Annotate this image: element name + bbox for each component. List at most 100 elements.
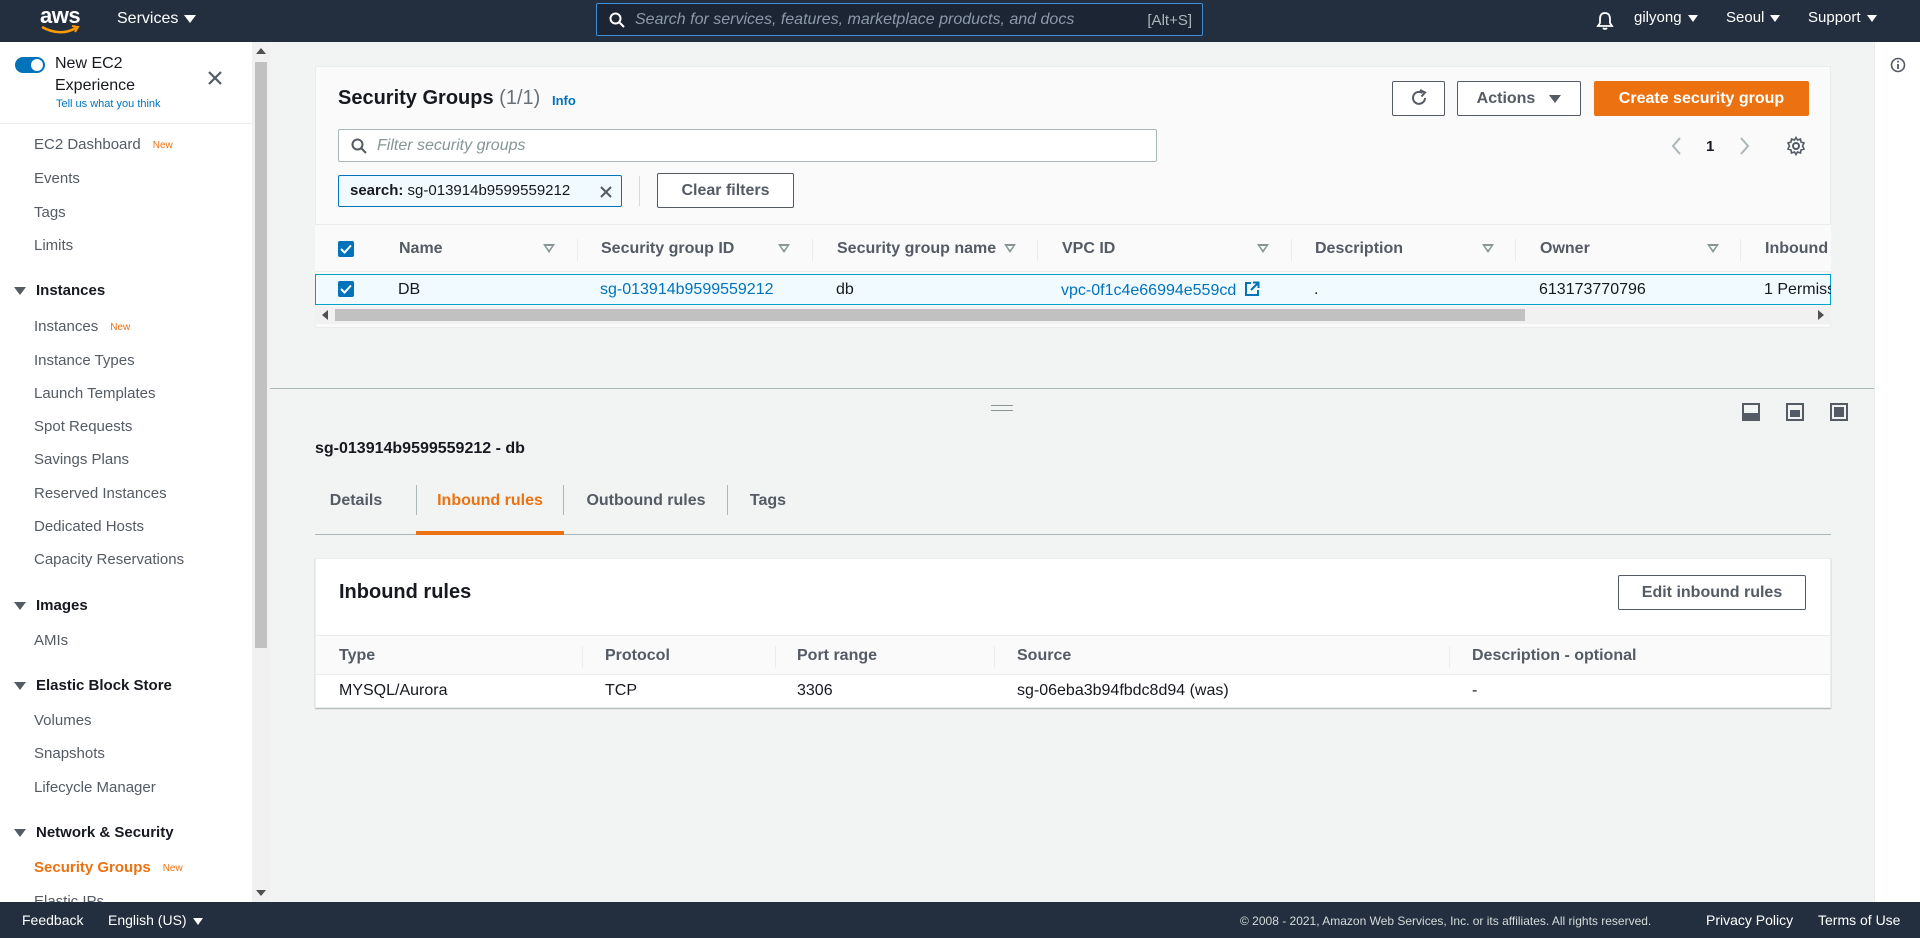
sidebar-item-security-groups[interactable]: Security Groups New [34, 859, 183, 876]
support-menu[interactable]: Support [1808, 9, 1877, 26]
caret-down-icon [14, 829, 26, 838]
sidebar-item-lifecycle-manager[interactable]: Lifecycle Manager [34, 779, 156, 796]
actions-button[interactable]: Actions [1457, 81, 1581, 116]
region-menu[interactable]: Seoul [1726, 9, 1781, 26]
cell-description: . [1314, 281, 1319, 298]
rule-port-range: 3306 [797, 682, 833, 699]
sidebar-section-images[interactable]: Images [14, 597, 88, 614]
tab-tags[interactable]: Tags [728, 483, 808, 535]
sidebar-item-instance-types[interactable]: Instance Types [34, 352, 135, 369]
cell-inbound: 1 Permiss [1764, 281, 1831, 298]
bell-icon[interactable] [1596, 11, 1614, 31]
sort-icon[interactable] [1482, 244, 1494, 253]
inbound-rules-container: Inbound rules Edit inbound rules Type Pr… [315, 558, 1831, 708]
column-header-name[interactable]: Name [399, 240, 443, 258]
chevron-down-icon [192, 917, 203, 925]
region-label: Seoul [1726, 9, 1765, 26]
privacy-policy-link[interactable]: Privacy Policy [1706, 912, 1793, 928]
scroll-down-icon[interactable] [256, 890, 266, 896]
aws-logo[interactable]: aws [40, 5, 84, 35]
sidebar-item-limits[interactable]: Limits [34, 237, 73, 254]
page-number[interactable]: 1 [1706, 138, 1714, 155]
sidebar-item-dedicated-hosts[interactable]: Dedicated Hosts [34, 518, 144, 535]
sidebar-item-label: EC2 Dashboard [34, 136, 141, 153]
refresh-button[interactable] [1392, 81, 1445, 116]
sidebar-item-amis[interactable]: AMIs [34, 632, 68, 649]
clear-filters-button[interactable]: Clear filters [657, 173, 794, 208]
split-full-icon[interactable] [1830, 403, 1848, 421]
rule-source: sg-06eba3b94fbdc8d94 (was) [1017, 682, 1229, 699]
sidebar-item-snapshots[interactable]: Snapshots [34, 745, 105, 762]
split-side-icon[interactable] [1786, 403, 1804, 421]
resize-handle[interactable] [991, 405, 1013, 411]
sidebar-item-events[interactable]: Events [34, 170, 80, 187]
sidebar-section-ebs[interactable]: Elastic Block Store [14, 677, 172, 694]
sidebar-item-launch-templates[interactable]: Launch Templates [34, 385, 155, 402]
scroll-up-icon[interactable] [256, 48, 266, 54]
create-security-group-button[interactable]: Create security group [1594, 81, 1809, 116]
new-experience-toggle[interactable] [15, 57, 45, 73]
column-header-sg-id[interactable]: Security group ID [601, 240, 734, 258]
terms-of-use-link[interactable]: Terms of Use [1818, 912, 1900, 928]
row-checkbox[interactable] [338, 281, 354, 297]
sidebar-section-instances[interactable]: Instances [14, 282, 105, 299]
sidebar-item-volumes[interactable]: Volumes [34, 712, 92, 729]
sidebar-section-network-security[interactable]: Network & Security [14, 824, 174, 841]
sidebar-item-ec2-dashboard[interactable]: EC2 Dashboard New [34, 136, 173, 153]
tab-outbound-rules[interactable]: Outbound rules [565, 483, 727, 535]
global-search[interactable]: [Alt+S] [596, 3, 1203, 36]
user-menu[interactable]: gilyong [1634, 9, 1698, 26]
column-separator [1449, 646, 1450, 668]
scroll-right-icon[interactable] [1818, 310, 1824, 320]
edit-inbound-rules-button[interactable]: Edit inbound rules [1618, 575, 1806, 610]
sidebar-scrollbar[interactable] [252, 42, 270, 902]
filter-box[interactable] [338, 129, 1157, 162]
tab-inbound-rules[interactable]: Inbound rules [416, 483, 564, 535]
column-header-inbound[interactable]: Inbound [1765, 240, 1828, 258]
sidebar-item-tags[interactable]: Tags [34, 204, 66, 221]
aws-smile-icon [41, 25, 80, 34]
filter-input[interactable] [377, 134, 1137, 158]
info-icon[interactable] [1890, 57, 1906, 73]
column-header-owner[interactable]: Owner [1540, 240, 1590, 258]
sidebar-item-reserved-instances[interactable]: Reserved Instances [34, 485, 167, 502]
sidebar-item-instances[interactable]: Instances New [34, 318, 130, 335]
column-header-description[interactable]: Description [1315, 240, 1403, 258]
next-page-icon[interactable] [1737, 136, 1751, 156]
column-header-sg-name[interactable]: Security group name [837, 240, 996, 258]
split-panel-divider [270, 388, 1874, 389]
sidebar-item-savings-plans[interactable]: Savings Plans [34, 451, 129, 468]
cell-vpc-id-link[interactable]: vpc-0f1c4e66994e559cd [1061, 281, 1260, 300]
scroll-thumb[interactable] [255, 62, 267, 648]
previous-page-icon[interactable] [1670, 136, 1684, 156]
cell-sg-id-link[interactable]: sg-013914b9599559212 [600, 281, 774, 299]
inbound-rules-title: Inbound rules [339, 581, 472, 603]
scroll-thumb[interactable] [335, 309, 1525, 321]
scroll-left-icon[interactable] [322, 310, 328, 320]
table-horizontal-scrollbar[interactable] [315, 306, 1831, 324]
remove-filter-icon[interactable] [599, 185, 613, 199]
sort-icon[interactable] [543, 244, 555, 253]
language-selector[interactable]: English (US) [108, 912, 203, 928]
select-all-checkbox[interactable] [338, 241, 354, 257]
search-input[interactable] [635, 8, 1105, 32]
tab-details[interactable]: Details [317, 483, 395, 535]
info-link[interactable]: Info [552, 93, 576, 108]
column-header-vpc-id[interactable]: VPC ID [1062, 240, 1115, 258]
feedback-button[interactable]: Feedback [22, 912, 83, 928]
close-icon[interactable] [204, 67, 226, 89]
feedback-link[interactable]: Tell us what you think [56, 98, 161, 110]
sidebar-item-capacity-reservations[interactable]: Capacity Reservations [34, 551, 184, 568]
split-bottom-icon[interactable] [1742, 403, 1760, 421]
sort-icon[interactable] [1004, 244, 1016, 253]
sort-icon[interactable] [1707, 244, 1719, 253]
column-separator [994, 646, 995, 668]
sort-icon[interactable] [778, 244, 790, 253]
checkbox-icon [340, 284, 352, 294]
services-menu[interactable]: Services [117, 10, 197, 28]
sidebar-item-spot-requests[interactable]: Spot Requests [34, 418, 132, 435]
sidebar-item-elastic-ips[interactable]: Elastic IPs [34, 893, 104, 902]
gear-icon[interactable] [1786, 136, 1806, 156]
sort-icon[interactable] [1257, 244, 1269, 253]
table-row[interactable]: DB sg-013914b9599559212 db vpc-0f1c4e669… [315, 274, 1831, 305]
